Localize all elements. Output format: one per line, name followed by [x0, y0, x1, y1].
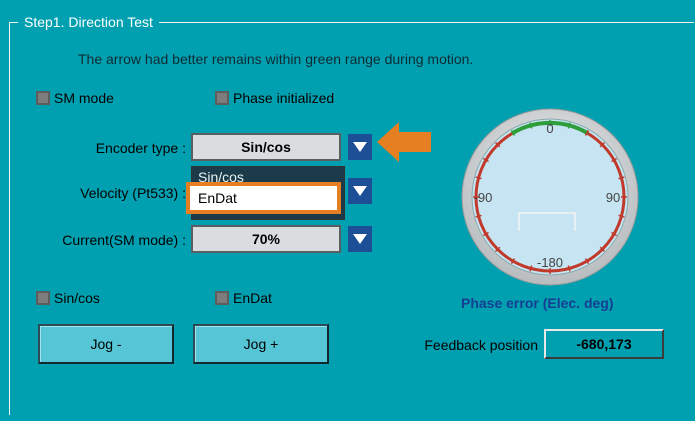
velocity-dropdown-button[interactable]: [348, 178, 372, 204]
phase-initialized-label: Phase initialized: [233, 90, 335, 106]
dropdown-option-endat[interactable]: EnDat: [186, 182, 341, 214]
encoder-type-dropdown-button[interactable]: [348, 134, 372, 160]
endat-indicator: EnDat: [215, 290, 272, 306]
current-dropdown-button[interactable]: [348, 226, 372, 252]
feedback-position-value: -680,173: [544, 329, 664, 359]
encoder-type-label: Encoder type :: [95, 140, 186, 156]
current-select[interactable]: 70%: [191, 225, 341, 253]
phase-initialized-checkbox: [215, 91, 229, 105]
phase-error-gauge: 0 -90 90 -180: [461, 108, 639, 286]
feedback-position-label: Feedback position: [424, 337, 538, 353]
sincos-indicator: Sin/cos: [36, 290, 100, 306]
instruction-text: The arrow had better remains within gree…: [78, 51, 474, 67]
velocity-label: Velocity (Pt533) :: [80, 185, 186, 201]
endat-checkbox: [215, 291, 229, 305]
gauge-face: [471, 118, 629, 276]
chevron-down-icon: [353, 142, 367, 152]
chevron-down-icon: [353, 234, 367, 244]
current-label: Current(SM mode) :: [62, 232, 186, 248]
phase-error-label: Phase error (Elec. deg): [461, 295, 614, 311]
sincos-label: Sin/cos: [54, 290, 100, 306]
group-title: Step1. Direction Test: [18, 12, 159, 32]
sm-mode-indicator: SM mode: [36, 90, 114, 106]
gauge-tick-0: 0: [546, 121, 553, 136]
endat-label: EnDat: [233, 290, 272, 306]
jog-plus-button[interactable]: Jog +: [193, 324, 329, 364]
chevron-down-icon: [353, 186, 367, 196]
gauge-tick-90: 90: [606, 190, 620, 205]
sincos-checkbox: [36, 291, 50, 305]
jog-minus-button[interactable]: Jog -: [38, 324, 174, 364]
encoder-type-select[interactable]: Sin/cos: [191, 133, 341, 161]
arrow-pointer-icon: [377, 122, 431, 162]
gauge-tick-minus180: -180: [537, 255, 563, 270]
sm-mode-label: SM mode: [54, 90, 114, 106]
dropdown-option-endat-label: EnDat: [198, 190, 237, 206]
phase-initialized-indicator: Phase initialized: [215, 90, 334, 106]
sm-mode-checkbox: [36, 91, 50, 105]
gauge-tick-minus90: -90: [474, 190, 493, 205]
